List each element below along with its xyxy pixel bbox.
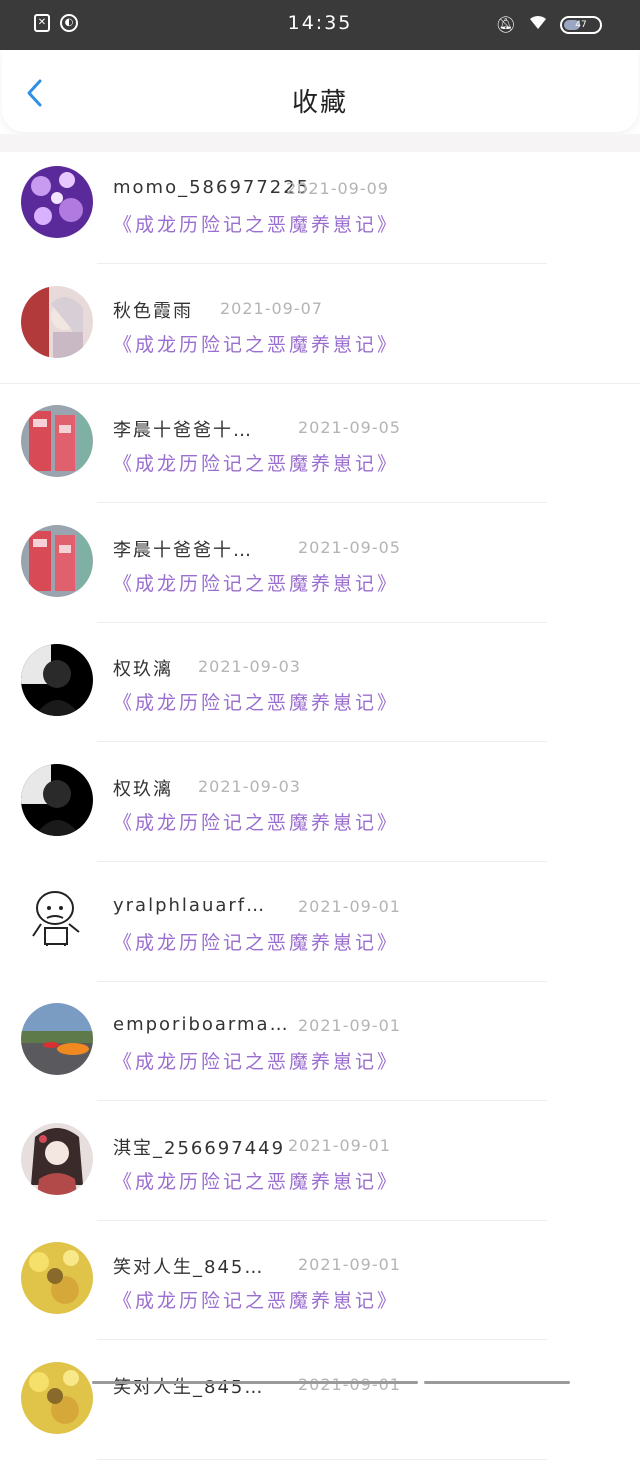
status-right-icons: 🔕︎ 47 — [496, 14, 602, 35]
list-item[interactable]: 秋色霞雨 2021-09-07 《成龙历险记之恶魔养崽记》 — [0, 272, 640, 392]
user-name: 笑对人生_845… — [113, 1257, 265, 1279]
row-divider — [97, 263, 547, 264]
book-title-link[interactable]: 《成龙历险记之恶魔养崽记》 — [113, 1047, 399, 1074]
avatar[interactable] — [21, 644, 93, 717]
book-title-link[interactable]: 《成龙历险记之恶魔养崽记》 — [113, 330, 399, 357]
user-name: 秋色霞雨 — [113, 300, 193, 322]
user-name: emporiboarma… — [113, 1014, 290, 1036]
avatar[interactable] — [21, 763, 93, 836]
list-item[interactable]: emporiboarma… 2021-09-01 《成龙历险记之恶魔养崽记》 — [0, 989, 640, 1109]
list-item[interactable]: momo_586977225 2021-09-09 《成龙历险记之恶魔养崽记》 — [0, 152, 640, 272]
avatar[interactable] — [21, 883, 93, 956]
top-header: 收藏 — [2, 50, 638, 132]
favorite-date: 2021-09-03 — [198, 776, 301, 796]
header-divider — [0, 134, 640, 152]
list-item[interactable]: 李晨十爸爸十… 2021-09-05 《成龙历险记之恶魔养崽记》 — [0, 511, 640, 631]
user-name: 李晨十爸爸十… — [113, 539, 253, 561]
avatar[interactable] — [21, 1361, 93, 1434]
row-divider — [97, 1100, 547, 1102]
user-name: 权玖漓 — [113, 778, 173, 800]
favorite-date: 2021-09-09 — [286, 179, 389, 198]
favorite-date: 2021-09-01 — [288, 1135, 391, 1155]
avatar[interactable] — [21, 524, 93, 597]
favorite-date: 2021-09-07 — [220, 298, 323, 318]
book-title-link[interactable]: 《成龙历险记之恶魔养崽记》 — [113, 808, 399, 835]
favorites-list: momo_586977225 2021-09-09 《成龙历险记之恶魔养崽记》 秋色霞… — [0, 152, 640, 1468]
favorite-date: 2021-09-03 — [198, 657, 301, 677]
scroll-indicator-right — [424, 1381, 570, 1384]
favorite-date: 2021-09-05 — [298, 418, 401, 438]
user-name: 笑对人生_845… — [113, 1376, 265, 1398]
row-divider — [97, 1339, 547, 1341]
scroll-indicator-left — [92, 1381, 418, 1384]
row-divider — [97, 860, 547, 862]
list-item[interactable]: 权玖漓 2021-09-03 《成龙历险记之恶魔养崽记》 — [0, 630, 640, 750]
row-divider — [97, 1219, 547, 1221]
avatar[interactable] — [21, 1242, 93, 1315]
list-item[interactable]: 权玖漓 2021-09-03 《成龙历险记之恶魔养崽记》 — [0, 750, 640, 870]
battery-icon: 47 — [560, 15, 602, 34]
favorite-date: 2021-09-01 — [298, 1255, 401, 1275]
book-title-link[interactable]: 《成龙历险记之恶魔养崽记》 — [113, 1286, 399, 1313]
user-name: momo_586977225 — [113, 177, 311, 198]
book-title-link[interactable]: 《成龙历险记之恶魔养崽记》 — [113, 210, 399, 237]
user-name: yralphlauarf… — [113, 894, 267, 916]
bell-muted-icon: 🔕︎ — [495, 14, 516, 34]
favorite-date: 2021-09-05 — [298, 537, 401, 557]
row-divider — [97, 621, 547, 623]
favorite-date: 2021-09-01 — [298, 1374, 401, 1394]
row-divider — [97, 741, 547, 743]
user-name: 淇宝_256697449 — [113, 1137, 286, 1159]
list-item[interactable]: yralphlauarf… 2021-09-01 《成龙历险记之恶魔养崽记》 — [0, 870, 640, 990]
row-divider — [97, 1458, 547, 1460]
favorite-date: 2021-09-01 — [298, 896, 401, 916]
avatar[interactable] — [21, 405, 93, 478]
avatar[interactable] — [21, 1122, 93, 1195]
page-title: 收藏 — [291, 88, 348, 118]
avatar[interactable] — [21, 1003, 93, 1076]
list-item[interactable]: 淇宝_256697449 2021-09-01 《成龙历险记之恶魔养崽记》 — [0, 1109, 640, 1229]
list-item[interactable]: 李晨十爸爸十… 2021-09-05 《成龙历险记之恶魔养崽记》 — [0, 391, 640, 511]
book-title-link[interactable]: 《成龙历险记之恶魔养崽记》 — [113, 569, 399, 596]
book-title-link[interactable]: 《成龙历险记之恶魔养崽记》 — [113, 1167, 399, 1194]
favorite-date: 2021-09-01 — [298, 1016, 401, 1036]
avatar[interactable] — [21, 166, 93, 238]
user-name: 权玖漓 — [113, 659, 173, 681]
wifi-icon — [528, 14, 548, 35]
status-bar: ✕ ◐ 14:35 🔕︎ 47 — [0, 0, 640, 50]
book-title-link[interactable]: 《成龙历险记之恶魔养崽记》 — [113, 688, 399, 715]
list-item[interactable]: 笑对人生_845… 2021-09-01 《成龙历险记之恶魔养崽记》 — [0, 1228, 640, 1348]
row-divider — [97, 502, 547, 504]
row-divider — [97, 980, 547, 982]
user-name: 李晨十爸爸十… — [113, 420, 253, 442]
book-title-link[interactable]: 《成龙历险记之恶魔养崽记》 — [113, 449, 399, 476]
row-divider — [0, 382, 640, 384]
avatar[interactable] — [21, 285, 93, 358]
list-item[interactable]: 笑对人生_845… 2021-09-01 — [0, 1348, 640, 1468]
book-title-link[interactable]: 《成龙历险记之恶魔养崽记》 — [113, 928, 399, 955]
battery-text: 47 — [575, 19, 587, 30]
